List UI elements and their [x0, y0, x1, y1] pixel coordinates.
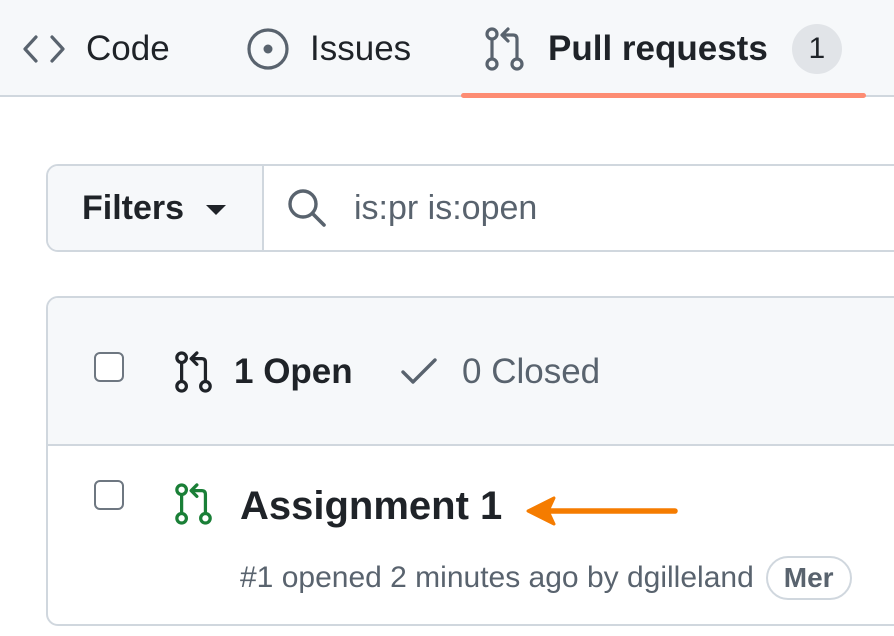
triangle-down-icon — [206, 205, 227, 215]
merge-status-badge: Mer — [765, 556, 852, 600]
open-filter-link[interactable]: 1 Open — [174, 350, 353, 394]
search-wrap[interactable] — [264, 166, 894, 250]
code-icon — [23, 34, 65, 63]
filters-label: Filters — [82, 188, 185, 227]
pull-request-meta: #1 opened 2 minutes ago by dgilleland Me… — [240, 556, 852, 600]
tab-code-label: Code — [86, 28, 170, 68]
tab-code[interactable]: Code — [22, 0, 170, 97]
pull-request-number: #1 — [240, 561, 274, 594]
tab-issues-label: Issues — [310, 28, 412, 68]
select-all-checkbox[interactable] — [94, 352, 124, 382]
git-pull-request-icon — [175, 351, 212, 393]
search-input[interactable] — [354, 188, 874, 228]
closed-count-label: 0 Closed — [462, 352, 601, 391]
pull-request-title-link[interactable]: Assignment 1 — [240, 482, 502, 530]
filters-button[interactable]: Filters — [48, 166, 264, 250]
tab-pull-requests-label: Pull requests — [548, 28, 768, 68]
tab-issues[interactable]: Issues — [246, 0, 411, 97]
pull-request-list: 1 Open 0 Closed Assignment 1 #1 opened 2… — [46, 296, 894, 626]
list-header: 1 Open 0 Closed — [48, 298, 894, 446]
arrow-left-icon — [526, 496, 678, 526]
pull-request-author-link[interactable]: dgilleland — [627, 561, 754, 595]
pull-requests-counter: 1 — [791, 23, 842, 74]
search-icon — [288, 189, 326, 227]
row-checkbox[interactable] — [94, 480, 124, 510]
repo-nav: Code Issues Pull requests 1 — [0, 0, 894, 98]
git-pull-request-icon — [485, 26, 524, 71]
selected-tab-underline — [461, 93, 866, 98]
check-icon — [401, 358, 437, 384]
closed-filter-link[interactable]: 0 Closed — [400, 350, 600, 394]
open-count-label: 1 Open — [234, 352, 353, 391]
tab-pull-requests[interactable]: Pull requests 1 — [484, 0, 842, 97]
pull-request-opened-text: opened 2 minutes ago by — [281, 561, 619, 594]
issue-opened-icon — [247, 27, 289, 70]
git-pull-request-open-icon — [175, 483, 212, 525]
filter-bar: Filters — [46, 164, 894, 252]
